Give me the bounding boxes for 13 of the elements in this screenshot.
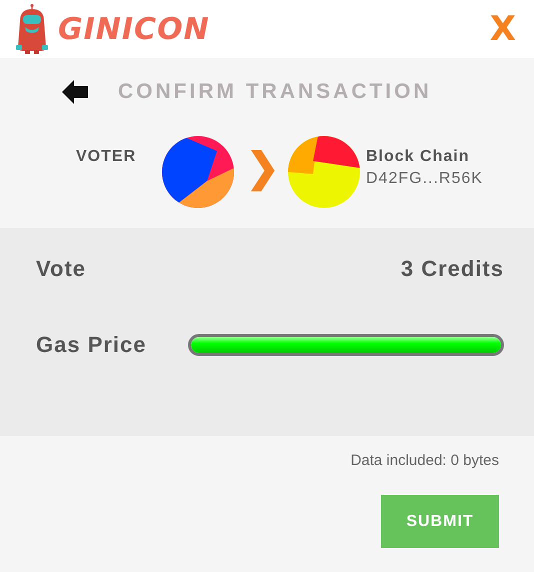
recipient-name: Block Chain — [366, 148, 470, 166]
logo-wordmark: GINICON — [58, 12, 210, 46]
submit-button[interactable]: SUBMIT — [381, 495, 499, 548]
sender-label: VOTER — [76, 148, 138, 166]
close-button[interactable]: X — [486, 9, 520, 49]
vote-credits: 3 Credits — [400, 256, 504, 282]
gas-price-label: Gas Price — [36, 332, 147, 358]
recipient-address: D42FG...R56K — [366, 170, 483, 188]
gorilla-mascot-icon — [14, 3, 50, 55]
screen-title: CONFIRM TRANSACTION — [118, 80, 432, 104]
back-arrow-icon[interactable] — [62, 80, 88, 104]
vote-label: Vote — [36, 256, 86, 282]
data-size-note: Data included: 0 bytes — [350, 452, 499, 469]
